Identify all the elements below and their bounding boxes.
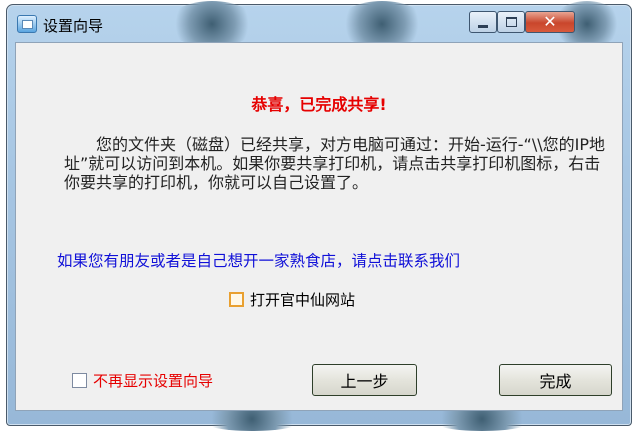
open-official-site-option[interactable]: 打开官中仙网站 [229,289,355,310]
open-official-site-label[interactable]: 打开官中仙网站 [250,289,355,310]
close-icon: ✕ [543,12,557,31]
wizard-content: 恭喜，已完成共享! 您的文件夹（磁盘）已经共享，对方电脑可通过：开始-运行-“\… [15,42,623,411]
maximize-icon [505,17,517,27]
success-heading: 恭喜，已完成共享! [251,95,387,114]
title-bar[interactable]: 设置向导 ✕ [7,5,631,43]
dont-show-again-checkbox[interactable] [72,373,87,388]
dont-show-again-option[interactable]: 不再显示设置向导 [72,370,213,391]
contact-us-link[interactable]: 如果您有朋友或者是自己想开一家熟食店，请点击联系我们 [57,249,460,271]
instructions-paragraph: 您的文件夹（磁盘）已经共享，对方电脑可通过：开始-运行-“\\您的IP地址”就可… [64,135,605,192]
finish-button[interactable]: 完成 [499,364,612,396]
previous-step-button[interactable]: 上一步 [312,364,417,396]
open-official-site-checkbox[interactable] [229,292,244,307]
setup-wizard-window: 设置向导 ✕ 恭喜，已完成共享! 您的文件夹（磁盘）已经共享，对方电脑可通过：开… [6,1,632,431]
close-button[interactable]: ✕ [525,11,575,33]
window-title: 设置向导 [43,17,104,35]
minimize-button[interactable] [469,11,497,33]
app-icon [17,15,37,33]
maximize-button[interactable] [497,11,525,33]
dont-show-again-label[interactable]: 不再显示设置向导 [93,370,213,391]
minimize-icon [478,24,488,28]
